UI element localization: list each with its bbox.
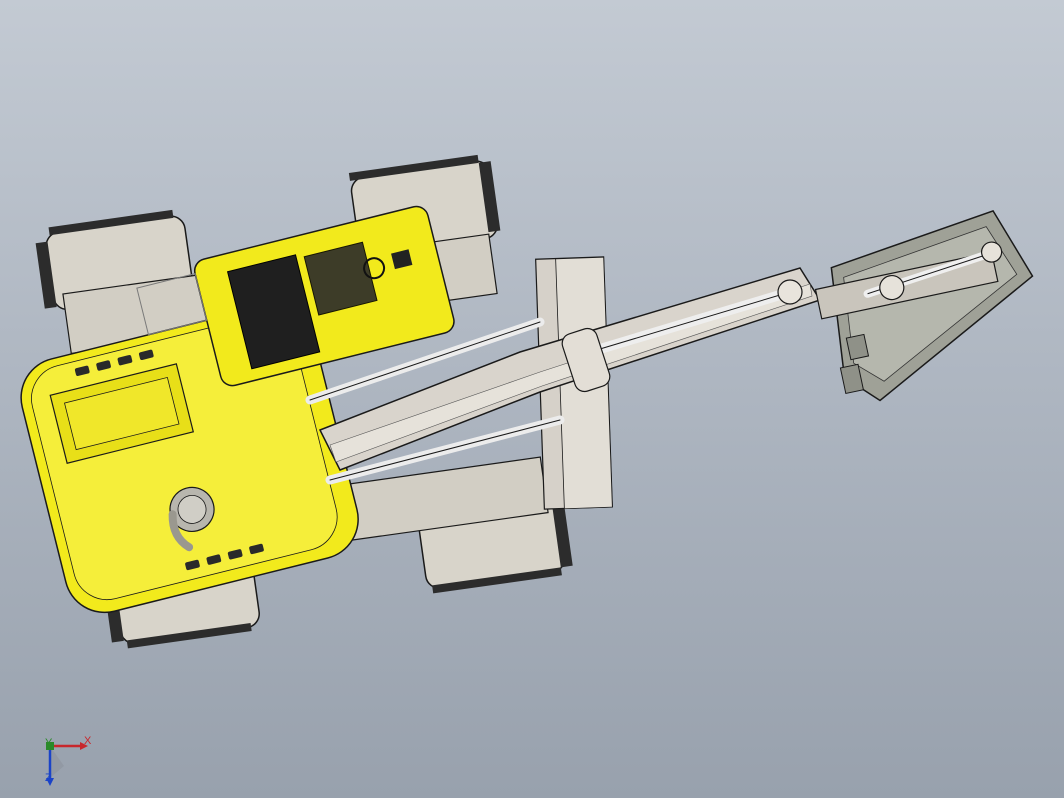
- graphics-viewport[interactable]: X Y Z: [0, 0, 1064, 798]
- axis-z-label: Z: [45, 772, 52, 784]
- axis-x-label: X: [84, 735, 92, 747]
- axis-y-label: Y: [45, 737, 53, 749]
- bucket-assembly: [814, 209, 1034, 402]
- excavator-model[interactable]: [0, 0, 1064, 798]
- coordinate-triad: X Y Z: [36, 732, 100, 788]
